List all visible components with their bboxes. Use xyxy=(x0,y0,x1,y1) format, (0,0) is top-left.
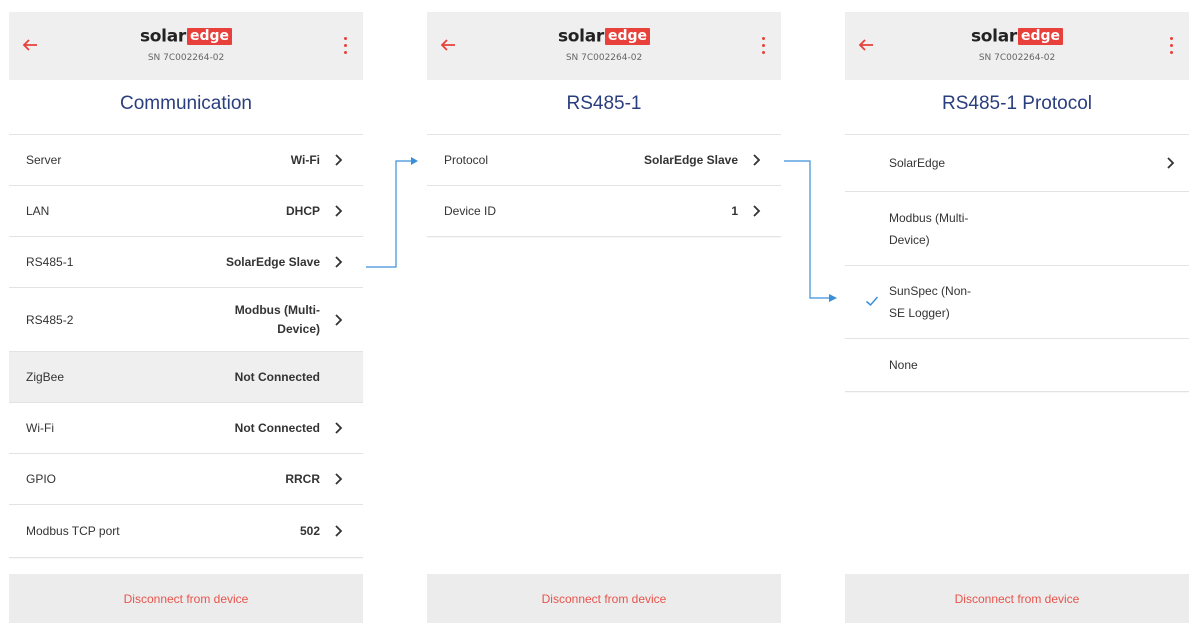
option-label: SolarEdge xyxy=(889,156,946,170)
row-label: Protocol xyxy=(444,153,489,167)
disconnect-button[interactable]: Disconnect from device xyxy=(845,574,1189,623)
row-lan[interactable]: LAN DHCP xyxy=(9,186,363,237)
row-rs485-2[interactable]: RS485-2 Modbus (Multi- Device) xyxy=(9,288,363,352)
row-value: Modbus (Multi- Device) xyxy=(235,288,320,351)
row-gpio[interactable]: GPIO RRCR xyxy=(9,454,363,505)
row-label: LAN xyxy=(26,204,50,218)
row-zigbee: ZigBee Not Connected xyxy=(9,352,363,403)
app-header: solar edge SN 7C002264-02 xyxy=(845,12,1189,80)
row-device-id[interactable]: Device ID 1 xyxy=(427,186,781,237)
row-label: GPIO xyxy=(26,472,57,486)
serial-number: SN 7C002264-02 xyxy=(978,53,1056,63)
row-value: Not Connected xyxy=(234,420,320,435)
app-header: solar edge SN 7C002264-02 xyxy=(427,12,781,80)
settings-list: Server Wi-Fi LAN DHCP RS485-1 SolarEdge … xyxy=(9,134,363,558)
row-protocol[interactable]: Protocol SolarEdge Slave xyxy=(427,135,781,186)
checkmark-icon xyxy=(866,296,879,307)
solaredge-logo: solar edge xyxy=(845,26,1189,48)
option-solaredge[interactable]: SolarEdge xyxy=(845,134,1189,192)
row-value: 1 xyxy=(731,203,738,218)
connector-arrow-2 xyxy=(784,160,833,299)
row-label: RS485-2 xyxy=(26,312,74,327)
chevron-right-icon xyxy=(753,154,761,166)
option-label: None xyxy=(889,358,918,372)
serial-number: SN 7C002264-02 xyxy=(147,53,225,63)
serial-number: SN 7C002264-02 xyxy=(565,53,643,63)
settings-list: Protocol SolarEdge Slave Device ID 1 xyxy=(427,134,781,237)
page-title: Communication xyxy=(120,93,252,114)
row-label: Modbus TCP port xyxy=(26,524,120,538)
row-value: SolarEdge Slave xyxy=(225,254,320,269)
row-value: RRCR xyxy=(285,471,320,486)
option-label-line2: SE Logger) xyxy=(889,306,950,320)
option-label: Modbus (Multi- Device) xyxy=(889,192,1009,265)
solaredge-logo: solar edge xyxy=(9,26,363,48)
option-label: SunSpec (Non- SE Logger) xyxy=(889,266,1009,338)
row-rs485-1[interactable]: RS485-1 SolarEdge Slave xyxy=(9,237,363,288)
row-value-line2: Device) xyxy=(277,321,320,336)
protocol-options-list: SolarEdge Modbus (Multi- Device) SunSpec… xyxy=(845,134,1189,392)
chevron-right-icon xyxy=(335,422,343,434)
row-value-line1: Modbus (Multi- xyxy=(234,302,320,317)
row-server[interactable]: Server Wi-Fi xyxy=(9,135,363,186)
row-value: Wi-Fi xyxy=(290,152,320,167)
row-value: 502 xyxy=(299,523,320,538)
row-value: SolarEdge Slave xyxy=(643,152,738,167)
chevron-right-icon xyxy=(335,256,343,268)
arrowhead-icon xyxy=(411,157,418,165)
option-label-line2: Device) xyxy=(889,232,930,247)
app-header: solar edge SN 7C002264-02 xyxy=(9,12,363,80)
chevron-right-icon xyxy=(335,205,343,217)
option-label-line1: SunSpec (Non- xyxy=(889,284,972,298)
option-label-line1: Modbus (Multi- xyxy=(889,210,969,225)
more-menu-icon[interactable] xyxy=(1169,37,1175,57)
disconnect-button[interactable]: Disconnect from device xyxy=(427,574,781,623)
page-title: RS485-1 xyxy=(566,93,642,114)
chevron-right-icon xyxy=(753,205,761,217)
chevron-right-icon xyxy=(1167,157,1175,169)
row-label: RS485-1 xyxy=(26,255,74,269)
row-label: Server xyxy=(26,153,62,167)
chevron-right-icon xyxy=(335,473,343,485)
row-label: ZigBee xyxy=(26,370,65,384)
row-wifi[interactable]: Wi-Fi Not Connected xyxy=(9,403,363,454)
more-menu-icon[interactable] xyxy=(343,37,349,57)
solaredge-logo: solar edge xyxy=(427,26,781,48)
disconnect-button[interactable]: Disconnect from device xyxy=(9,574,363,623)
row-label: Device ID xyxy=(444,204,497,218)
communication-screen: solar edge SN 7C002264-02 Communication S… xyxy=(9,12,363,623)
chevron-right-icon xyxy=(335,313,343,326)
chevron-right-icon xyxy=(335,525,343,537)
connector-arrow-1 xyxy=(366,160,415,268)
row-modbus-tcp-port[interactable]: Modbus TCP port 502 xyxy=(9,505,363,558)
row-value: Not Connected xyxy=(234,369,320,384)
option-modbus-multi-device[interactable]: Modbus (Multi- Device) xyxy=(845,192,1189,266)
rs485-1-screen: solar edge SN 7C002264-02 RS485-1 Protoco… xyxy=(427,12,781,623)
more-menu-icon[interactable] xyxy=(761,37,767,57)
arrowhead-icon xyxy=(829,294,837,302)
page-title: RS485-1 Protocol xyxy=(942,93,1092,114)
rs485-1-protocol-screen: solar edge SN 7C002264-02 RS485-1 Protoco… xyxy=(845,12,1189,623)
option-sunspec-non-se-logger[interactable]: SunSpec (Non- SE Logger) xyxy=(845,266,1189,339)
chevron-right-icon xyxy=(335,154,343,166)
row-label: Wi-Fi xyxy=(26,421,54,435)
row-value: DHCP xyxy=(285,203,320,218)
option-none[interactable]: None xyxy=(845,339,1189,392)
